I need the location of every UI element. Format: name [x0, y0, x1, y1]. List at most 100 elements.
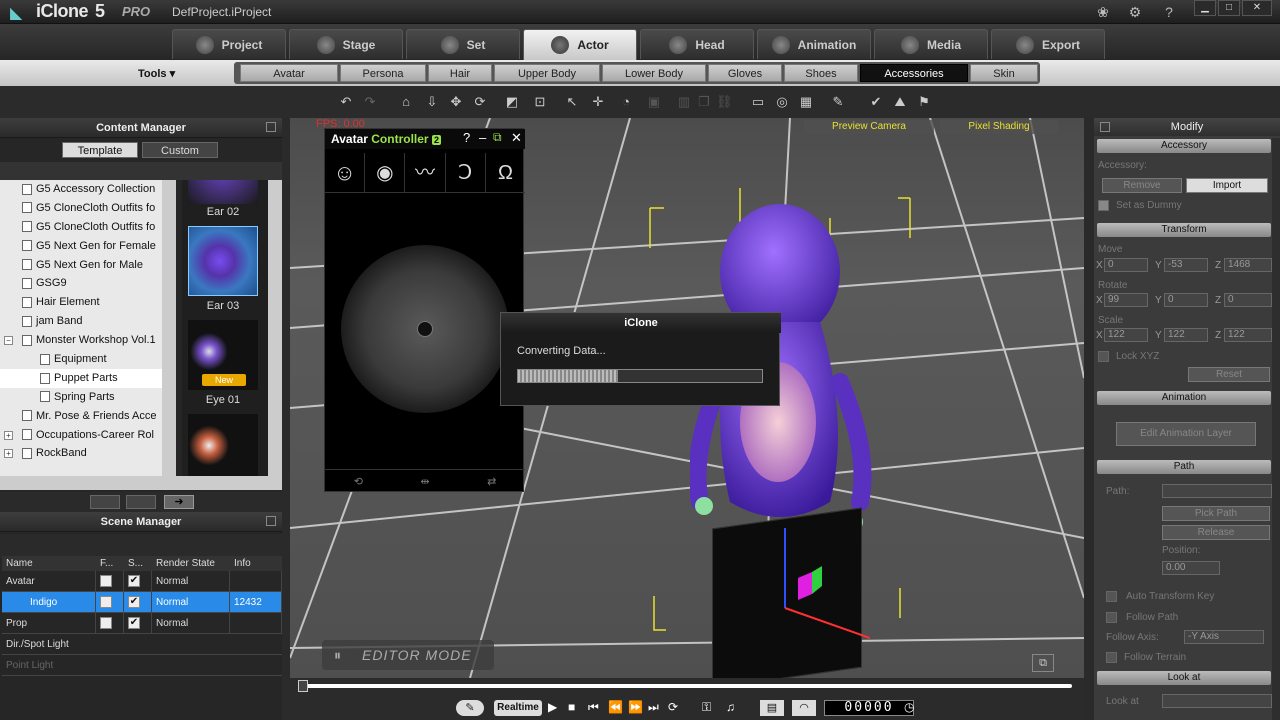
check-icon[interactable]: ✔	[868, 94, 884, 110]
close-icon[interactable]: ✕	[511, 130, 522, 146]
mouth-icon[interactable]: 〰	[405, 153, 446, 192]
move-y-field[interactable]: -53	[1164, 258, 1208, 272]
sync-icon[interactable]: ✎	[456, 700, 484, 716]
scale-icon[interactable]: ◩	[504, 94, 520, 110]
show-checkbox[interactable]: ✔	[128, 596, 140, 609]
prev-page-button[interactable]	[90, 495, 120, 509]
tree-item[interactable]: G5 Accessory Collection	[0, 180, 176, 199]
subtab-gloves[interactable]: Gloves	[708, 64, 782, 82]
rotate-y-field[interactable]: 0	[1164, 293, 1208, 307]
frame-counter[interactable]: 00000	[824, 700, 914, 716]
show-checkbox[interactable]: ✔	[128, 575, 140, 588]
view-icon[interactable]: ▭	[750, 94, 766, 110]
tab-export[interactable]: Export	[991, 29, 1105, 59]
skip-start-icon[interactable]: ⏮	[588, 700, 599, 715]
editor-mode-indicator[interactable]: ⏸ EDITOR MODE	[322, 640, 494, 670]
tab-animation[interactable]: Animation	[757, 29, 871, 59]
tree-item[interactable]: Hair Element	[0, 293, 176, 312]
right-splitter[interactable]	[1084, 118, 1094, 720]
import-button[interactable]: Import	[1186, 178, 1268, 193]
scale-z-field[interactable]: 122	[1224, 328, 1272, 342]
release-button[interactable]: Release	[1162, 525, 1270, 540]
screen-icon[interactable]: ▦	[798, 94, 814, 110]
position-field[interactable]: 0.00	[1162, 561, 1220, 575]
tree-item[interactable]: Spring Parts	[0, 388, 176, 407]
table-row[interactable]: Prop ✔ Normal	[2, 613, 282, 634]
help-icon[interactable]: ?	[463, 130, 470, 145]
tab-template[interactable]: Template	[62, 142, 138, 158]
rotate-z-field[interactable]: 0	[1224, 293, 1272, 307]
freeze-checkbox[interactable]	[100, 596, 112, 609]
collapse-icon[interactable]: −	[4, 336, 13, 346]
tab-stage[interactable]: Stage	[289, 29, 403, 59]
minimize-icon[interactable]: –	[479, 130, 486, 145]
drop-icon[interactable]: ⇩	[424, 94, 440, 110]
undo-icon[interactable]: ↶	[338, 94, 354, 110]
tree-item-selected[interactable]: Puppet Parts	[0, 368, 176, 388]
thumbnail-eye-02[interactable]	[188, 414, 258, 476]
pick-path-button[interactable]: Pick Path	[1162, 506, 1270, 521]
reset-button[interactable]: Reset	[1188, 367, 1270, 382]
thumbnail-eye-01[interactable]: New	[188, 320, 258, 390]
next-page-button[interactable]	[126, 495, 156, 509]
forward-arrow-icon[interactable]: ➜	[164, 495, 194, 509]
tree-hscrollbar[interactable]	[0, 476, 282, 490]
accessory-section-header[interactable]: Accessory	[1097, 139, 1271, 153]
flag-icon[interactable]: ⚑	[916, 94, 932, 110]
subtab-lower-body[interactable]: Lower Body	[602, 64, 706, 82]
subtab-skin[interactable]: Skin	[970, 64, 1038, 82]
joystick-knob[interactable]	[417, 321, 433, 337]
follow-path-checkbox[interactable]	[1106, 612, 1117, 623]
clock-icon[interactable]: ◷	[904, 700, 914, 714]
path-field[interactable]	[1162, 484, 1272, 498]
skip-end-icon[interactable]: ⏭	[648, 700, 659, 715]
thumbnail-ear-03[interactable]	[188, 226, 258, 296]
collapse-icon[interactable]	[266, 122, 276, 132]
link-icon[interactable]: ⛓	[716, 94, 733, 110]
subtab-avatar[interactable]: Avatar	[240, 64, 338, 82]
home-icon[interactable]: ⌂	[398, 94, 414, 110]
freeze-checkbox[interactable]	[100, 575, 112, 588]
subtab-shoes[interactable]: Shoes	[784, 64, 858, 82]
collapse-icon[interactable]	[1100, 122, 1110, 132]
help-icon[interactable]: ?	[1156, 2, 1182, 22]
close-button[interactable]: ✕	[1242, 0, 1272, 16]
tab-set[interactable]: Set	[406, 29, 520, 59]
gear-icon[interactable]: ⚙	[1122, 2, 1148, 22]
move-x-field[interactable]: 0	[1104, 258, 1148, 272]
tab-media[interactable]: Media	[874, 29, 988, 59]
timeline-icon[interactable]: ▤	[760, 700, 784, 716]
tree-item[interactable]: G5 Next Gen for Female	[0, 237, 176, 256]
subtab-accessories[interactable]: Accessories	[860, 64, 968, 82]
tree-item[interactable]: jam Band	[0, 312, 176, 331]
joystick-pad[interactable]	[341, 245, 509, 413]
restore-view-icon[interactable]: ⧉	[1032, 654, 1054, 672]
expand-icon[interactable]: +	[4, 430, 13, 440]
thumbnail-ear-02[interactable]	[188, 180, 258, 204]
tab-project[interactable]: Project	[172, 29, 286, 59]
scale-y-field[interactable]: 122	[1164, 328, 1208, 342]
subtab-hair[interactable]: Hair	[428, 64, 492, 82]
tree-item[interactable]: + Occupations-Career Rol	[0, 426, 176, 445]
tab-actor[interactable]: Actor	[523, 29, 637, 60]
tree-item[interactable]: G5 CloneCloth Outfits fo	[0, 199, 176, 218]
tree-item[interactable]: G5 CloneCloth Outfits fo	[0, 218, 176, 237]
scale-x-field[interactable]: 122	[1104, 328, 1148, 342]
realtime-button[interactable]: Realtime	[494, 700, 542, 716]
fit-icon[interactable]: ⊡	[532, 94, 548, 110]
look-at-field[interactable]	[1162, 694, 1272, 708]
table-row-selected[interactable]: Indigo ✔ Normal 12432	[2, 592, 282, 613]
gizmo-scale-icon[interactable]: ▣	[646, 94, 662, 110]
terrain-icon[interactable]: ⛰	[892, 94, 908, 110]
tree-item[interactable]: + RockBand	[0, 444, 176, 463]
table-row[interactable]: Avatar ✔ Normal	[2, 571, 282, 592]
tree-item[interactable]: Equipment	[0, 350, 176, 369]
camera-icon[interactable]: ◎	[774, 94, 790, 110]
table-row[interactable]: Point Light	[2, 655, 282, 676]
rotate-icon[interactable]: ⟳	[472, 94, 488, 110]
transform-section-header[interactable]: Transform	[1097, 223, 1271, 237]
tree-item[interactable]: Mr. Pose & Friends Acce	[0, 407, 176, 426]
thumb-scrollbar[interactable]	[268, 180, 282, 476]
maximize-button[interactable]: □	[1218, 0, 1240, 16]
subtab-upper-body[interactable]: Upper Body	[494, 64, 600, 82]
